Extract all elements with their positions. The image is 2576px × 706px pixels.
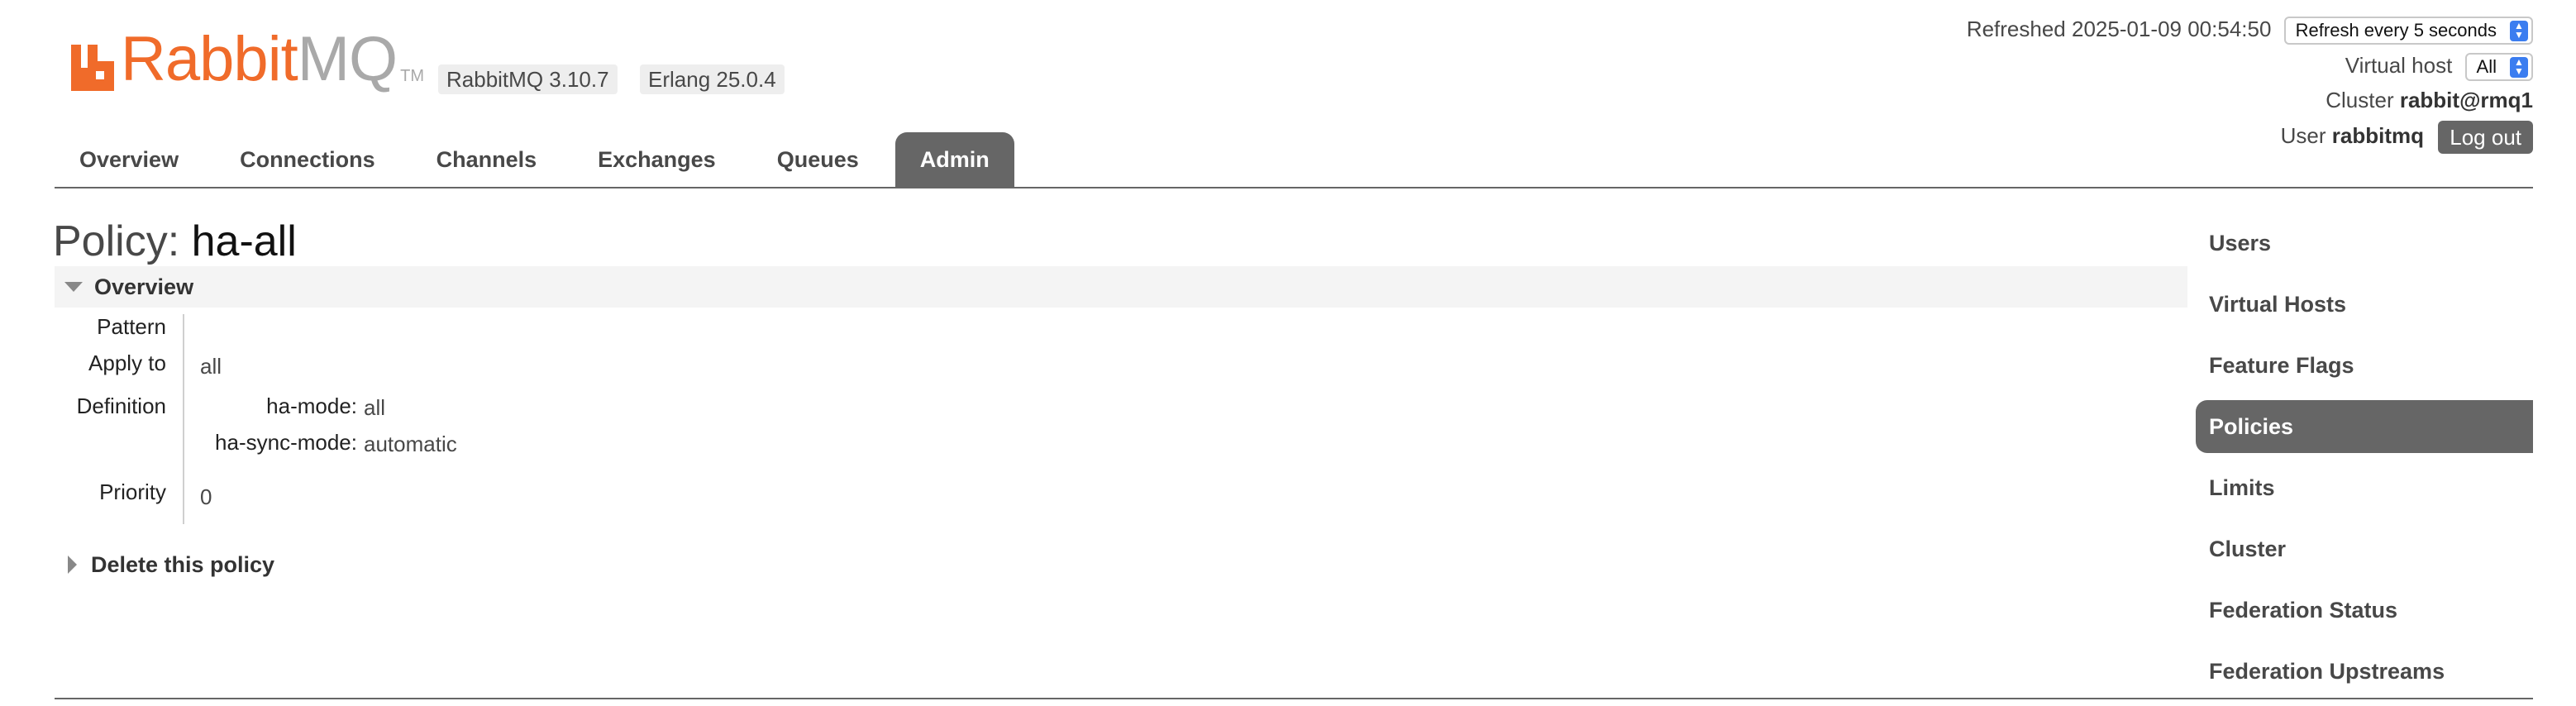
overview-section-toggle[interactable]: Overview [55,266,2187,308]
sidebar-item-policies[interactable]: Policies [2196,400,2533,453]
delete-policy-label: Delete this policy [91,552,275,577]
refreshed-timestamp: Refreshed 2025-01-09 00:54:50 [1966,17,2272,41]
facts-divider [183,314,184,524]
admin-sidebar: Users Virtual Hosts Feature Flags Polici… [2196,217,2533,706]
page-title-prefix: Policy: [53,217,180,265]
cluster-name: rabbit@rmq1 [2399,88,2533,112]
user-name: rabbitmq [2331,122,2425,148]
tab-queues[interactable]: Queues [752,132,884,187]
cluster-label: Cluster [2326,88,2394,112]
sidebar-item-cluster[interactable]: Cluster [2196,522,2533,575]
definition-key: ha-mode: [266,394,357,418]
virtual-host-value: All [2476,56,2497,78]
rabbitmq-logo[interactable]: Rabbit MQ TM [71,28,424,91]
logo-text-rabbit: Rabbit [121,24,298,94]
definition-label: Definition [76,394,166,418]
refresh-interval-select[interactable]: Refresh every 5 seconds ▲ ▼ [2283,17,2533,45]
updown-arrows-icon: ▲ ▼ [2510,57,2528,79]
priority-label: Priority [99,479,166,504]
sidebar-item-federation-status[interactable]: Federation Status [2196,584,2533,637]
priority-value: 0 [200,484,212,509]
logo-trademark: TM [400,67,425,85]
cluster-status: Cluster rabbit@rmq1 [2326,88,2533,113]
sidebar-item-virtual-hosts[interactable]: Virtual Hosts [2196,278,2533,331]
sidebar-item-limits[interactable]: Limits [2196,461,2533,514]
tab-overview[interactable]: Overview [55,132,203,187]
sidebar-item-federation-upstreams[interactable]: Federation Upstreams [2196,645,2533,698]
definition-value: all [364,395,386,420]
main-nav-tabs: Overview Connections Channels Exchanges … [55,132,1026,187]
policy-name: ha-all [191,217,297,265]
tab-channels[interactable]: Channels [412,132,562,187]
definition-key: ha-sync-mode: [215,430,357,455]
apply-to-value: all [200,354,222,379]
logo-text-mq: MQ [297,24,398,94]
pattern-label: Pattern [97,314,166,339]
rabbitmq-logo-icon [71,45,114,91]
erlang-version-badge: Erlang 25.0.4 [640,64,785,94]
tab-connections[interactable]: Connections [215,132,400,187]
delete-policy-toggle[interactable]: Delete this policy [55,546,274,584]
apply-to-label: Apply to [88,351,166,375]
logout-button[interactable]: Log out [2438,121,2533,154]
page-title: Policy: ha-all [53,217,297,266]
tab-admin[interactable]: Admin [894,132,1014,187]
refresh-status: Refreshed 2025-01-09 00:54:50 Refresh ev… [1967,17,2533,45]
definition-value: automatic [364,432,457,456]
refresh-interval-value: Refresh every 5 seconds [2295,20,2497,41]
overview-section-label: Overview [94,274,194,299]
sidebar-item-feature-flags[interactable]: Feature Flags [2196,339,2533,392]
user-label: User [2280,122,2326,148]
virtual-host-status: Virtual host All ▲ ▼ [2345,53,2533,82]
updown-arrows-icon: ▲ ▼ [2510,21,2528,42]
tab-exchanges[interactable]: Exchanges [573,132,741,187]
user-status: User rabbitmq Log out [2281,121,2533,154]
virtual-host-select[interactable]: All ▲ ▼ [2464,53,2533,82]
header-divider [55,187,2533,188]
sidebar-item-users[interactable]: Users [2196,217,2533,270]
triangle-down-icon [64,282,83,293]
rabbitmq-version-badge: RabbitMQ 3.10.7 [438,64,618,94]
virtual-host-label: Virtual host [2345,53,2453,78]
triangle-right-icon [68,556,77,575]
